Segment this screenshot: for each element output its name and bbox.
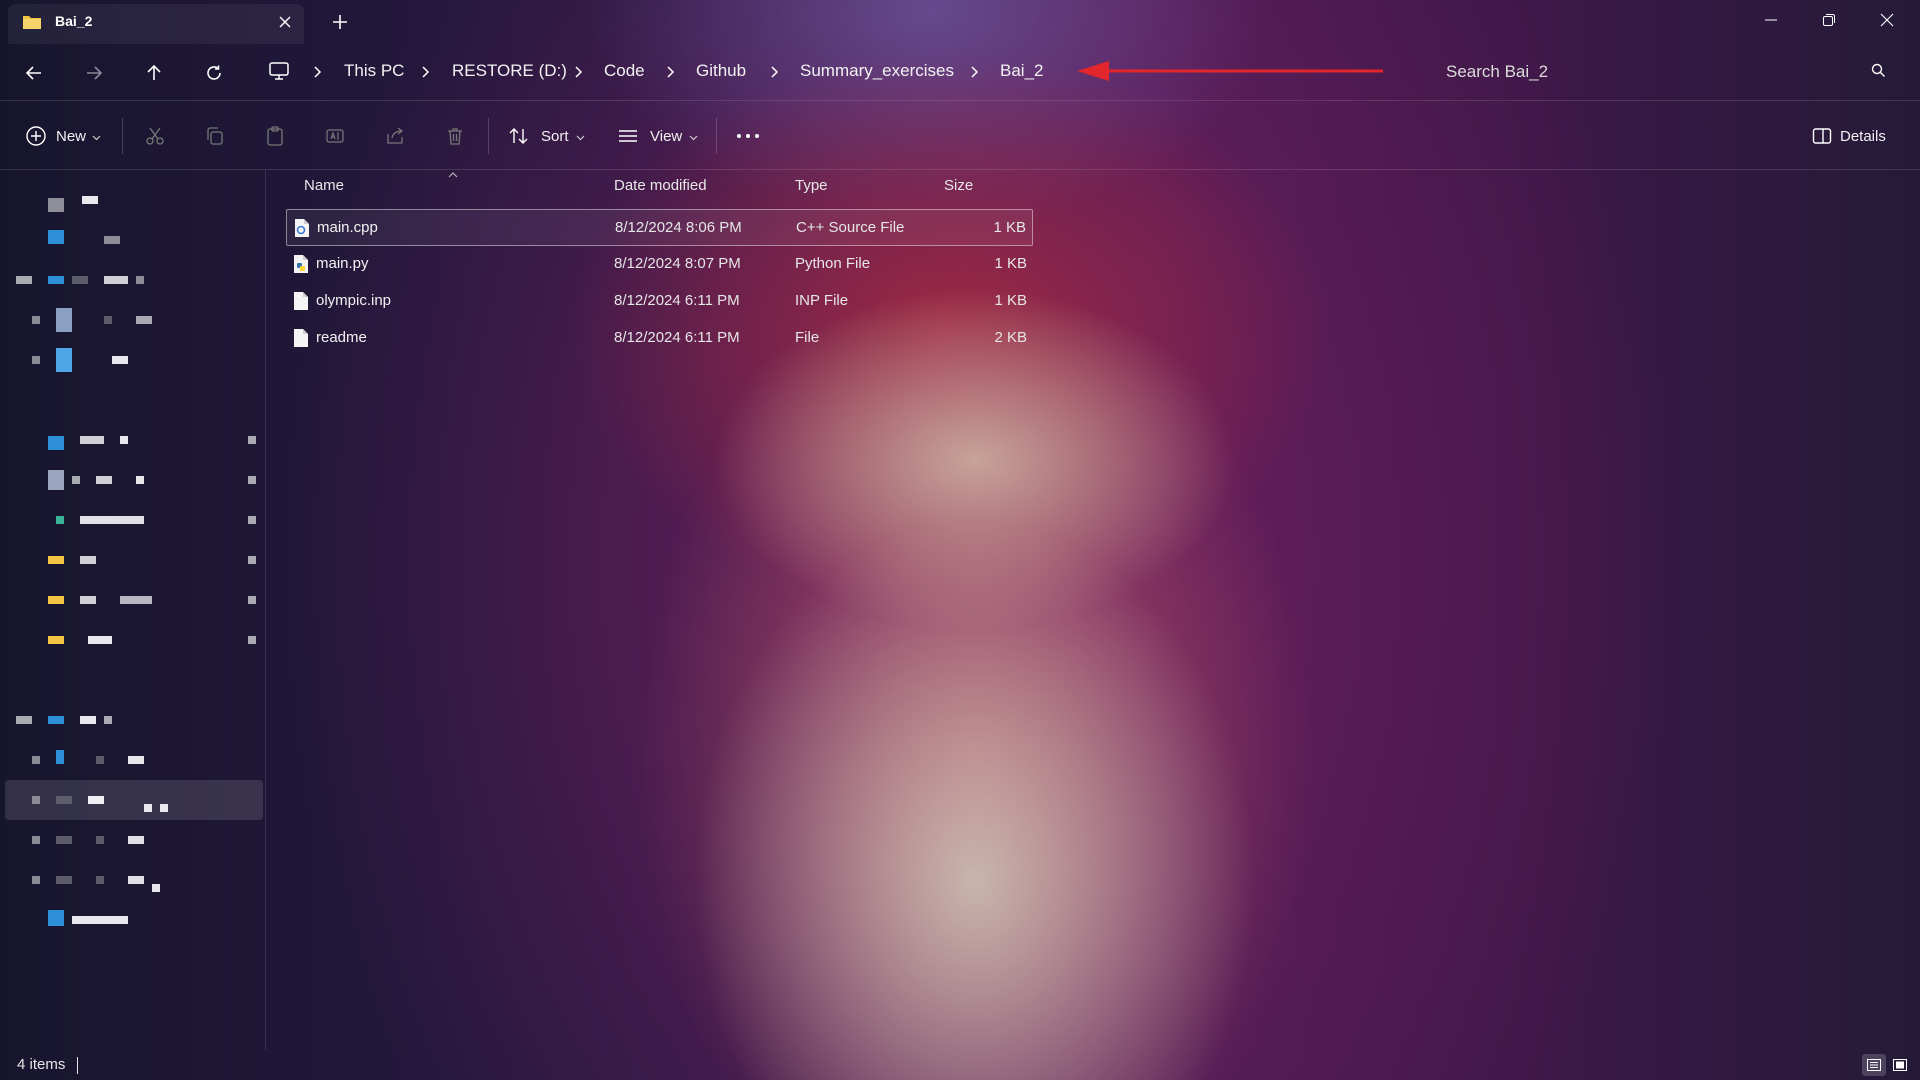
cut-icon bbox=[141, 122, 169, 150]
close-tab-icon[interactable] bbox=[275, 12, 295, 32]
file-name: main.py bbox=[316, 255, 369, 272]
details-view-icon[interactable] bbox=[1862, 1054, 1886, 1076]
sort-caret-up-icon bbox=[448, 166, 458, 184]
file-type: Python File bbox=[795, 255, 871, 272]
file-size: 1 KB bbox=[993, 219, 1026, 236]
item-count: 4 items bbox=[17, 1056, 66, 1073]
arrow-up-icon bbox=[147, 64, 161, 80]
divider bbox=[122, 118, 123, 154]
status-divider bbox=[77, 1057, 78, 1074]
redacted-sidebar-content bbox=[0, 180, 266, 940]
cpp-file-icon bbox=[294, 218, 310, 242]
details-pane-button[interactable]: Details bbox=[1808, 122, 1886, 150]
plus-icon[interactable] bbox=[330, 12, 350, 32]
chevron-down-icon bbox=[92, 128, 101, 145]
file-date: 8/12/2024 8:07 PM bbox=[614, 255, 741, 272]
sort-icon bbox=[505, 122, 533, 150]
file-date: 8/12/2024 8:06 PM bbox=[615, 219, 742, 236]
share-icon bbox=[381, 122, 409, 150]
column-header-size[interactable]: Size bbox=[944, 177, 973, 194]
delete-button[interactable] bbox=[441, 122, 469, 150]
view-list-icon bbox=[614, 122, 642, 150]
more-options-button[interactable] bbox=[734, 122, 762, 150]
breadcrumb-item-current[interactable]: Bai_2 bbox=[1000, 61, 1043, 81]
chevron-down-icon bbox=[689, 128, 698, 145]
column-header-type[interactable]: Type bbox=[795, 177, 828, 194]
file-type: File bbox=[795, 329, 820, 346]
this-pc-icon[interactable] bbox=[268, 60, 290, 82]
breadcrumb-chevron-icon[interactable] bbox=[665, 65, 675, 84]
back-button[interactable] bbox=[19, 58, 49, 88]
file-name: main.cpp bbox=[317, 219, 378, 236]
file-type: C++ Source File bbox=[796, 219, 905, 236]
divider bbox=[488, 118, 489, 154]
file-row[interactable]: olympic.inp 8/12/2024 6:11 PM INP File 1… bbox=[286, 283, 1033, 320]
paste-button[interactable] bbox=[261, 122, 289, 150]
file-size: 1 KB bbox=[994, 292, 1027, 309]
file-row[interactable]: readme 8/12/2024 6:11 PM File 2 KB bbox=[286, 320, 1033, 357]
copy-button[interactable] bbox=[201, 122, 229, 150]
search-icon[interactable] bbox=[1870, 62, 1886, 78]
refresh-button[interactable] bbox=[199, 58, 229, 88]
folder-tab[interactable] bbox=[8, 4, 304, 44]
file-date: 8/12/2024 6:11 PM bbox=[614, 329, 740, 346]
file-date: 8/12/2024 6:11 PM bbox=[614, 292, 740, 309]
file-row[interactable]: main.cpp 8/12/2024 8:06 PM C++ Source Fi… bbox=[286, 209, 1033, 246]
view-button[interactable]: View bbox=[614, 122, 698, 150]
refresh-icon bbox=[207, 65, 221, 80]
details-pane-icon bbox=[1808, 122, 1836, 150]
breadcrumb-item[interactable]: Github bbox=[696, 61, 746, 81]
breadcrumb-chevron-icon[interactable] bbox=[312, 65, 322, 84]
arrow-left-icon bbox=[25, 66, 41, 80]
minimize-button[interactable] bbox=[1748, 6, 1794, 34]
copy-icon bbox=[201, 122, 229, 150]
paste-icon bbox=[261, 122, 289, 150]
breadcrumb-item[interactable]: Code bbox=[604, 61, 645, 81]
breadcrumb-item[interactable]: RESTORE (D:) bbox=[452, 61, 567, 81]
breadcrumb-item[interactable]: This PC bbox=[344, 61, 404, 81]
breadcrumb-chevron-icon[interactable] bbox=[969, 65, 979, 84]
file-row[interactable]: main.py 8/12/2024 8:07 PM Python File 1 … bbox=[286, 246, 1033, 283]
close-window-button[interactable] bbox=[1864, 6, 1910, 34]
forward-button[interactable] bbox=[79, 58, 109, 88]
share-button[interactable] bbox=[381, 122, 409, 150]
divider bbox=[716, 118, 717, 154]
breadcrumb-chevron-icon[interactable] bbox=[420, 65, 430, 84]
details-label: Details bbox=[1840, 127, 1886, 145]
new-label: New bbox=[56, 127, 87, 145]
plus-circle-icon bbox=[22, 122, 50, 150]
python-file-icon bbox=[293, 254, 309, 278]
breadcrumb-item[interactable]: Summary_exercises bbox=[800, 61, 954, 81]
sort-label: Sort bbox=[541, 127, 569, 145]
delete-icon bbox=[441, 122, 469, 150]
file-size: 2 KB bbox=[994, 329, 1027, 346]
breadcrumb-chevron-icon[interactable] bbox=[573, 65, 583, 84]
large-icons-view-icon[interactable] bbox=[1888, 1054, 1912, 1076]
tab-title: Bai_2 bbox=[55, 13, 93, 29]
file-icon bbox=[293, 291, 309, 315]
file-name: olympic.inp bbox=[316, 292, 392, 309]
file-name: readme bbox=[316, 329, 367, 346]
file-type: INP File bbox=[795, 292, 849, 309]
cut-button[interactable] bbox=[141, 122, 169, 150]
view-label: View bbox=[650, 127, 683, 145]
chevron-down-icon bbox=[576, 128, 585, 145]
sort-button[interactable]: Sort bbox=[505, 122, 585, 150]
rename-icon bbox=[321, 122, 349, 150]
column-header-name[interactable]: Name bbox=[304, 177, 344, 194]
up-button[interactable] bbox=[139, 58, 169, 88]
more-icon bbox=[734, 122, 762, 150]
folder-icon bbox=[22, 14, 42, 30]
breadcrumb-chevron-icon[interactable] bbox=[769, 65, 779, 84]
restore-button[interactable] bbox=[1806, 6, 1852, 34]
file-icon bbox=[293, 328, 309, 352]
search-input[interactable]: Search Bai_2 bbox=[1446, 62, 1548, 82]
arrow-right-icon bbox=[87, 66, 103, 80]
new-button[interactable]: New bbox=[22, 122, 101, 150]
rename-button[interactable] bbox=[321, 122, 349, 150]
column-header-date[interactable]: Date modified bbox=[614, 177, 707, 194]
file-size: 1 KB bbox=[994, 255, 1027, 272]
red-arrow-annotation bbox=[1075, 60, 1385, 90]
